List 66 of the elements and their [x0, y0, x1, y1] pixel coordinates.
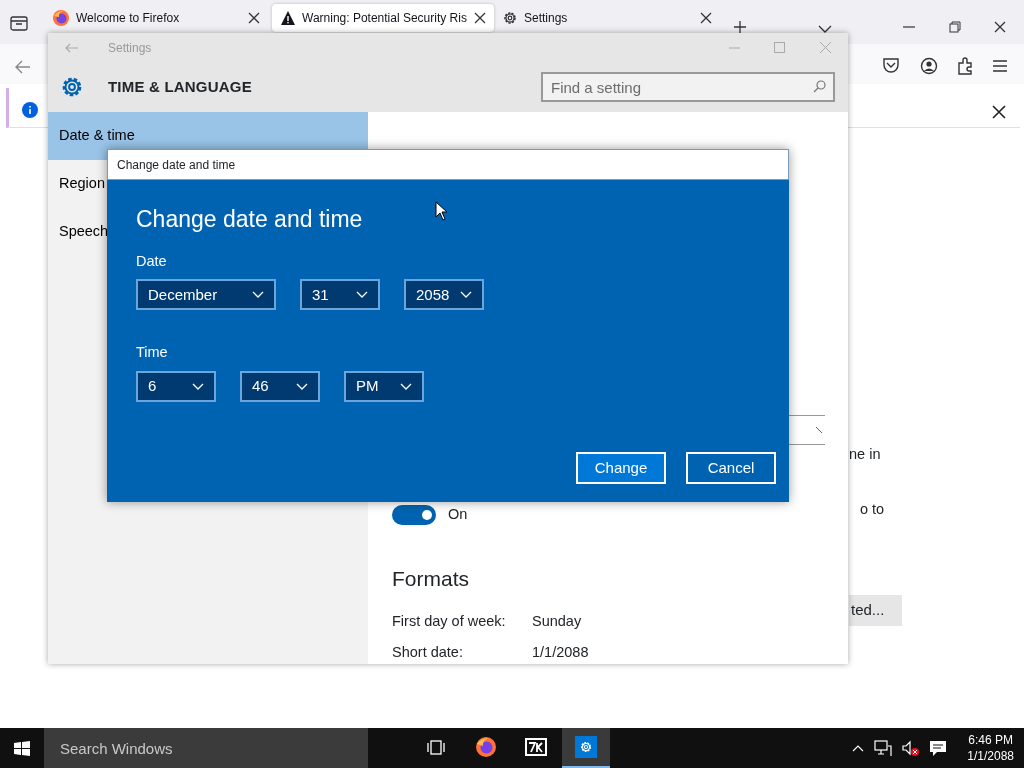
back-icon[interactable] [14, 59, 32, 76]
tab-list-icon[interactable] [10, 14, 28, 33]
dialog-title: Change date and time [107, 149, 789, 180]
restore-icon[interactable] [949, 21, 961, 34]
dialog-heading: Change date and time [136, 205, 363, 234]
puzzle-icon[interactable] [956, 57, 974, 76]
clock[interactable]: 6:46 PM 1/1/2088 [963, 732, 1018, 764]
chevron-down-icon [252, 291, 264, 299]
chevron-down-icon [816, 426, 823, 434]
dropdown[interactable]: PM [344, 371, 424, 402]
chevron-down-icon [296, 383, 308, 390]
close-icon[interactable] [700, 12, 712, 24]
task-view-icon [427, 738, 445, 756]
speaker-muted-icon[interactable] [902, 740, 920, 756]
chevron-up-icon[interactable] [852, 744, 865, 752]
browser-tab[interactable]: Settings [494, 4, 720, 32]
close-icon[interactable] [994, 21, 1006, 34]
dropdown[interactable]: 2058 [404, 279, 484, 311]
section-title: TIME & LANGUAGE [108, 76, 252, 97]
dropdown[interactable]: December [136, 279, 276, 311]
field-label: Time [136, 343, 169, 363]
notification-icon[interactable] [929, 739, 948, 757]
close-icon[interactable] [992, 105, 1006, 120]
format-value: Sunday [532, 612, 582, 631]
format-label: First day of week: [392, 612, 507, 631]
search-field[interactable]: Find a setting [541, 72, 835, 102]
dropdown[interactable]: 31 [300, 279, 380, 311]
format-value: 1/1/2088 [532, 643, 589, 662]
format-label: Short date: [392, 643, 464, 662]
firefox-icon [475, 736, 497, 758]
chevron-down-icon [460, 291, 472, 299]
info-icon [22, 102, 38, 119]
search-field[interactable]: Search Windows [44, 728, 368, 768]
search-icon[interactable] [813, 80, 826, 93]
toggle-switch[interactable] [392, 504, 436, 525]
chevron-down-icon [192, 383, 204, 390]
warning-icon [280, 10, 296, 26]
account-icon[interactable] [920, 57, 938, 76]
cursor-icon [435, 201, 448, 222]
close-icon[interactable] [248, 12, 260, 24]
archive-icon [525, 738, 547, 756]
gear-icon [575, 736, 597, 758]
dialog-button[interactable]: Cancel [686, 452, 776, 484]
network-icon[interactable] [874, 739, 893, 757]
firefox-icon [52, 9, 70, 27]
windows-icon [14, 740, 30, 756]
chevron-down-icon [356, 291, 368, 299]
close-icon[interactable] [474, 12, 486, 24]
new-tab-icon[interactable] [734, 21, 746, 34]
field-label: Date [136, 251, 168, 271]
chevron-down-icon[interactable] [818, 25, 832, 34]
gear-icon [502, 10, 518, 26]
body-text: o to [860, 500, 885, 519]
taskbar-app[interactable] [562, 728, 610, 768]
pocket-icon[interactable] [882, 57, 900, 76]
dropdown[interactable]: 6 [136, 371, 216, 402]
toggle-label: On [448, 505, 468, 524]
dialog-button[interactable]: Change [576, 452, 666, 484]
body-text: ne in [849, 445, 881, 464]
window-title: Settings [108, 39, 152, 57]
browser-tab[interactable]: Warning: Potential Security Ris [272, 4, 494, 32]
section-heading: Formats [392, 566, 469, 592]
dropdown[interactable]: 46 [240, 371, 320, 402]
chevron-down-icon [400, 383, 412, 390]
browser-tab[interactable]: Welcome to Firefox [44, 4, 268, 32]
button[interactable]: ted... [849, 595, 902, 626]
